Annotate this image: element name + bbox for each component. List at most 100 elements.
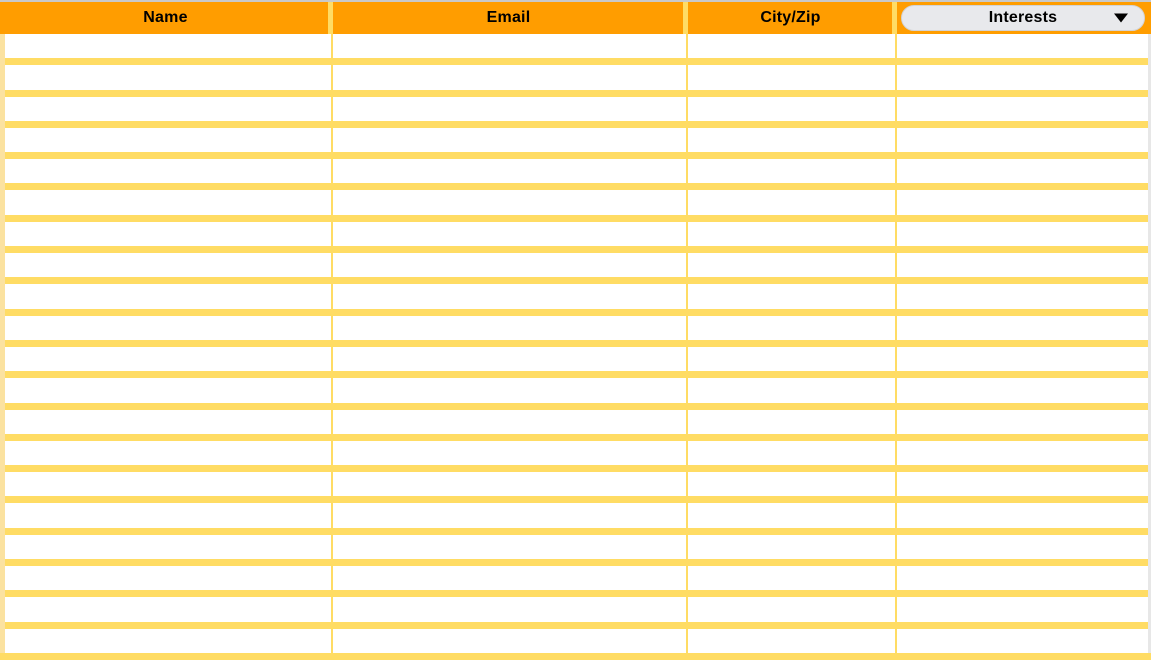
cell-email[interactable] — [331, 346, 686, 379]
cell-interests[interactable] — [895, 221, 1151, 254]
table-row[interactable] — [0, 409, 1151, 442]
interests-dropdown[interactable]: Interests — [901, 5, 1145, 31]
cell-interests[interactable] — [895, 96, 1151, 128]
cell-email[interactable] — [331, 253, 686, 285]
cell-name[interactable] — [0, 347, 331, 378]
cell-interests[interactable] — [895, 472, 1151, 504]
cell-interests[interactable] — [895, 566, 1151, 598]
cell-email[interactable] — [331, 159, 686, 191]
cell-email[interactable] — [331, 472, 686, 504]
cell-email[interactable] — [331, 34, 686, 66]
table-row[interactable] — [0, 159, 1151, 191]
cell-name[interactable] — [0, 441, 331, 472]
cell-name[interactable] — [0, 284, 331, 315]
cell-interests[interactable] — [895, 597, 1151, 629]
cell-name[interactable] — [0, 503, 331, 534]
cell-city_zip[interactable] — [686, 284, 895, 316]
cell-interests[interactable] — [895, 127, 1151, 160]
cell-email[interactable] — [331, 315, 686, 347]
cell-name[interactable] — [0, 566, 331, 597]
cell-city_zip[interactable] — [686, 96, 895, 128]
table-row-cells — [0, 221, 1151, 254]
cell-city_zip[interactable] — [686, 503, 895, 535]
cell-interests[interactable] — [895, 34, 1151, 66]
cell-interests[interactable] — [895, 253, 1151, 285]
cell-name[interactable] — [0, 472, 331, 503]
column-header-name[interactable]: Name — [0, 2, 331, 34]
cell-interests[interactable] — [895, 65, 1151, 97]
cell-email[interactable] — [331, 534, 686, 567]
table-row[interactable] — [0, 566, 1151, 598]
cell-email[interactable] — [331, 65, 686, 97]
table-row[interactable] — [0, 221, 1151, 254]
cell-city_zip[interactable] — [686, 378, 895, 410]
cell-name[interactable] — [0, 159, 331, 190]
cell-city_zip[interactable] — [686, 190, 895, 222]
cell-city_zip[interactable] — [686, 315, 895, 347]
cell-email[interactable] — [331, 96, 686, 128]
cell-interests[interactable] — [895, 315, 1151, 347]
cell-email[interactable] — [331, 409, 686, 441]
cell-interests[interactable] — [895, 190, 1151, 222]
cell-name[interactable] — [0, 535, 331, 566]
cell-name[interactable] — [0, 222, 331, 253]
cell-name[interactable] — [0, 316, 331, 347]
cell-email[interactable] — [331, 221, 686, 254]
cell-email[interactable] — [331, 378, 686, 410]
cell-email[interactable] — [331, 190, 686, 222]
table-row[interactable] — [0, 253, 1151, 285]
table-row[interactable] — [0, 315, 1151, 348]
table-row[interactable] — [0, 34, 1151, 66]
cell-city_zip[interactable] — [686, 253, 895, 285]
cell-name[interactable] — [0, 378, 331, 409]
cell-email[interactable] — [331, 127, 686, 160]
cell-email[interactable] — [331, 440, 686, 473]
cell-city_zip[interactable] — [686, 65, 895, 97]
cell-interests[interactable] — [895, 534, 1151, 567]
table-row[interactable] — [0, 346, 1151, 379]
cell-interests[interactable] — [895, 378, 1151, 410]
cell-city_zip[interactable] — [686, 566, 895, 598]
cell-interests[interactable] — [895, 159, 1151, 191]
table-row[interactable] — [0, 503, 1151, 536]
cell-interests[interactable] — [895, 346, 1151, 379]
cell-city_zip[interactable] — [686, 597, 895, 629]
table-row[interactable] — [0, 472, 1151, 504]
cell-city_zip[interactable] — [686, 534, 895, 567]
table-row[interactable] — [0, 378, 1151, 410]
cell-email[interactable] — [331, 284, 686, 316]
table-row[interactable] — [0, 440, 1151, 473]
cell-name[interactable] — [0, 253, 331, 284]
cell-email[interactable] — [331, 597, 686, 629]
cell-city_zip[interactable] — [686, 346, 895, 379]
cell-city_zip[interactable] — [686, 472, 895, 504]
table-row[interactable] — [0, 534, 1151, 567]
table-row[interactable] — [0, 127, 1151, 160]
table-row[interactable] — [0, 284, 1151, 316]
column-header-email[interactable]: Email — [328, 2, 686, 34]
cell-name[interactable] — [0, 97, 331, 128]
cell-city_zip[interactable] — [686, 159, 895, 191]
cell-name[interactable] — [0, 128, 331, 159]
cell-name[interactable] — [0, 65, 331, 96]
cell-email[interactable] — [331, 566, 686, 598]
cell-name[interactable] — [0, 410, 331, 441]
cell-city_zip[interactable] — [686, 409, 895, 441]
cell-city_zip[interactable] — [686, 127, 895, 160]
cell-interests[interactable] — [895, 440, 1151, 473]
column-header-city-zip[interactable]: City/Zip — [683, 2, 895, 34]
cell-city_zip[interactable] — [686, 34, 895, 66]
cell-interests[interactable] — [895, 503, 1151, 535]
cell-email[interactable] — [331, 503, 686, 535]
cell-interests[interactable] — [895, 284, 1151, 316]
cell-name[interactable] — [0, 597, 331, 628]
cell-city_zip[interactable] — [686, 440, 895, 473]
table-row[interactable] — [0, 96, 1151, 129]
table-row[interactable] — [0, 597, 1151, 629]
table-row[interactable] — [0, 65, 1151, 97]
cell-name[interactable] — [0, 34, 331, 65]
cell-interests[interactable] — [895, 409, 1151, 441]
cell-city_zip[interactable] — [686, 221, 895, 254]
table-row[interactable] — [0, 190, 1151, 223]
cell-name[interactable] — [0, 190, 331, 221]
